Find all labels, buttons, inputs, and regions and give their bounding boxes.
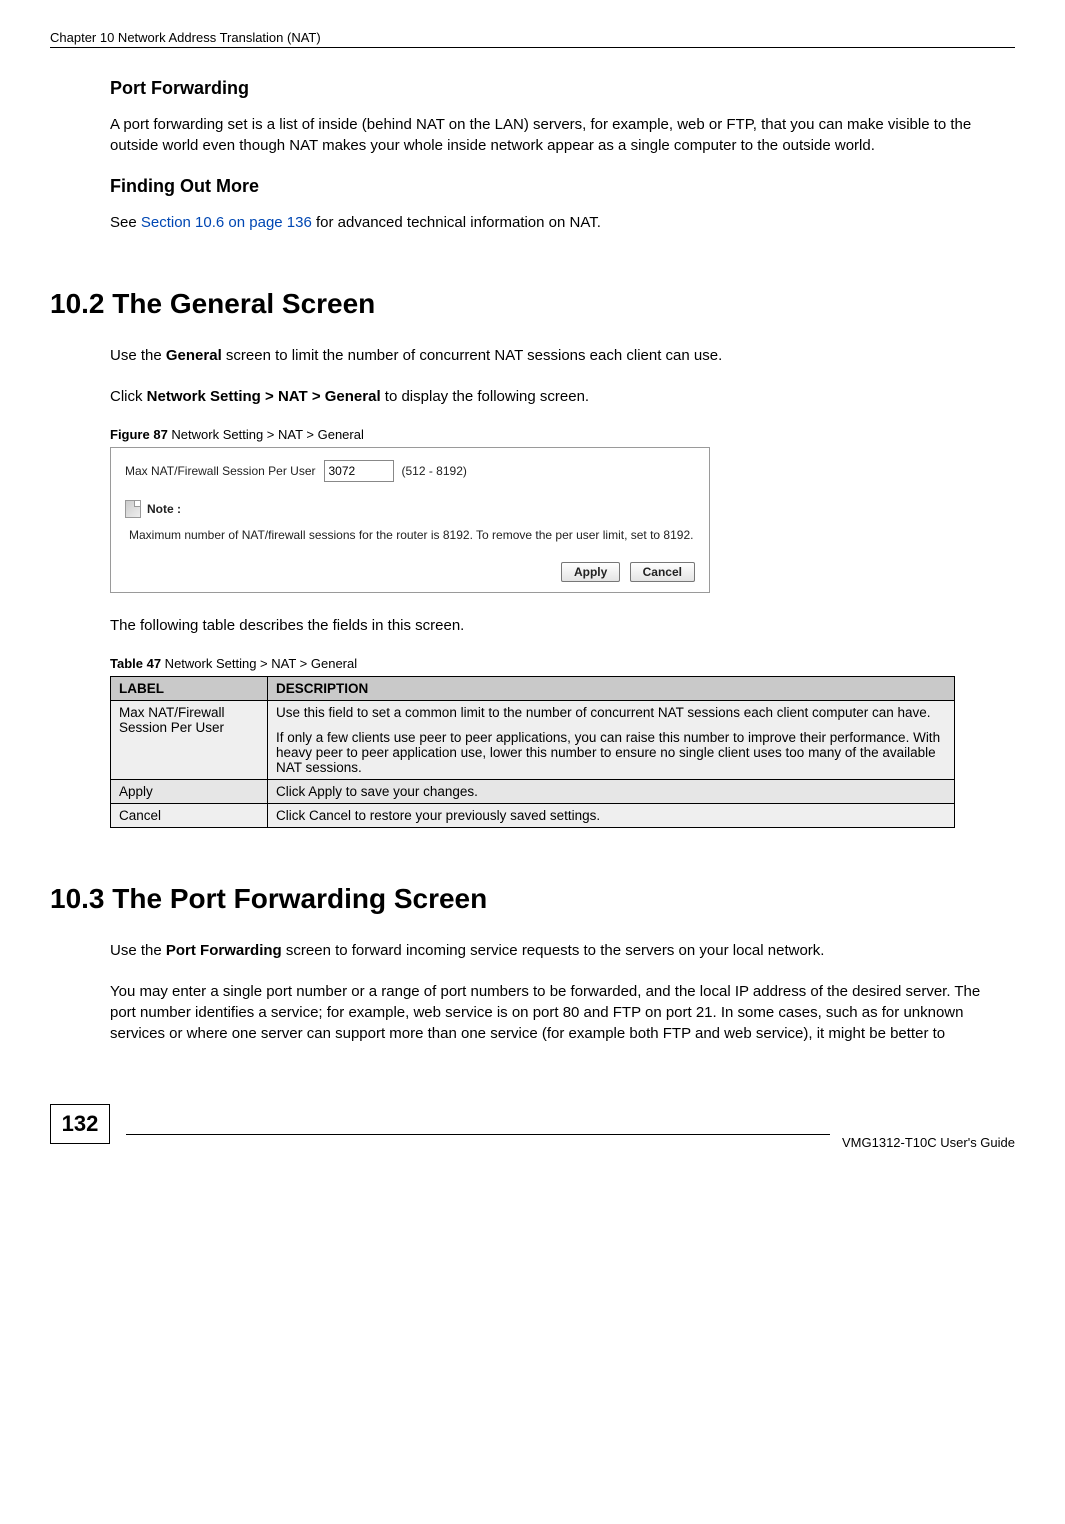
table-row: Apply Click Apply to save your changes. [111,780,955,804]
cell-label: Cancel [111,804,268,828]
text: to display the following screen. [381,388,589,405]
text-bold: Apply [308,784,342,799]
heading-port-forwarding: Port Forwarding [110,78,1015,99]
figure-number: Figure 87 [110,427,168,442]
note-label: Note : [147,502,181,516]
text: Use this field to set a common limit to … [276,705,946,720]
cell-desc: Click Apply to save your changes. [268,780,955,804]
col-header-desc: DESCRIPTION [268,677,955,701]
note-icon [125,500,141,518]
cancel-button[interactable]: Cancel [630,562,695,582]
text: Click [110,388,147,405]
table-title: Network Setting > NAT > General [161,656,357,671]
text: Use the [110,347,166,364]
page-number: 132 [50,1104,110,1144]
table-row: Max NAT/Firewall Session Per User Use th… [111,701,955,780]
text: for advanced technical information on NA… [312,214,601,231]
table-caption: Table 47 Network Setting > NAT > General [110,656,1015,671]
running-header: Chapter 10 Network Address Translation (… [50,30,1015,48]
text: screen to forward incoming service reque… [282,942,825,959]
text-bold: General [166,347,222,364]
text-bold: Port Forwarding [166,942,282,959]
figure-title: Network Setting > NAT > General [168,427,364,442]
text-bold: Cancel [309,808,351,823]
screenshot-nat-general: Max NAT/Firewall Session Per User (512 -… [110,447,710,593]
text: Use the [110,942,166,959]
text: Click [276,808,309,823]
max-session-input[interactable] [324,460,394,482]
footer-guide-name: VMG1312-T10C User's Guide [842,1135,1015,1150]
text: Click [276,784,308,799]
heading-10-3: 10.3 The Port Forwarding Screen [50,883,1015,915]
para-finding-out-more: See Section 10.6 on page 136 for advance… [110,212,1010,233]
apply-button[interactable]: Apply [561,562,620,582]
page-footer: 132 VMG1312-T10C User's Guide [50,1104,1015,1144]
table-row: Cancel Click Cancel to restore your prev… [111,804,955,828]
table-nat-general: LABEL DESCRIPTION Max NAT/Firewall Sessi… [110,676,955,828]
para-10-3-intro: Use the Port Forwarding screen to forwar… [110,940,1010,961]
note-body: Maximum number of NAT/firewall sessions … [129,528,695,542]
text: If only a few clients use peer to peer a… [276,730,946,775]
text: screen to limit the number of concurrent… [222,347,723,364]
text-bold: Network Setting > NAT > General [147,388,381,405]
cell-label: Apply [111,780,268,804]
cross-ref-link[interactable]: Section 10.6 on page 136 [141,214,312,231]
text: to restore your previously saved setting… [351,808,600,823]
heading-10-2: 10.2 The General Screen [50,288,1015,320]
para-10-2-nav: Click Network Setting > NAT > General to… [110,386,1010,407]
field-range: (512 - 8192) [402,464,467,478]
cell-desc: Click Cancel to restore your previously … [268,804,955,828]
field-label: Max NAT/Firewall Session Per User [125,464,316,478]
col-header-label: LABEL [111,677,268,701]
figure-caption: Figure 87 Network Setting > NAT > Genera… [110,427,1015,442]
table-number: Table 47 [110,656,161,671]
text: to save your changes. [342,784,478,799]
para-port-forwarding: A port forwarding set is a list of insid… [110,114,1010,156]
table-intro: The following table describes the fields… [110,615,1010,636]
para-10-3-body: You may enter a single port number or a … [110,981,1010,1044]
heading-finding-out-more: Finding Out More [110,176,1015,197]
para-10-2-intro: Use the General screen to limit the numb… [110,345,1010,366]
text: See [110,214,141,231]
cell-desc: Use this field to set a common limit to … [268,701,955,780]
cell-label: Max NAT/Firewall Session Per User [111,701,268,780]
